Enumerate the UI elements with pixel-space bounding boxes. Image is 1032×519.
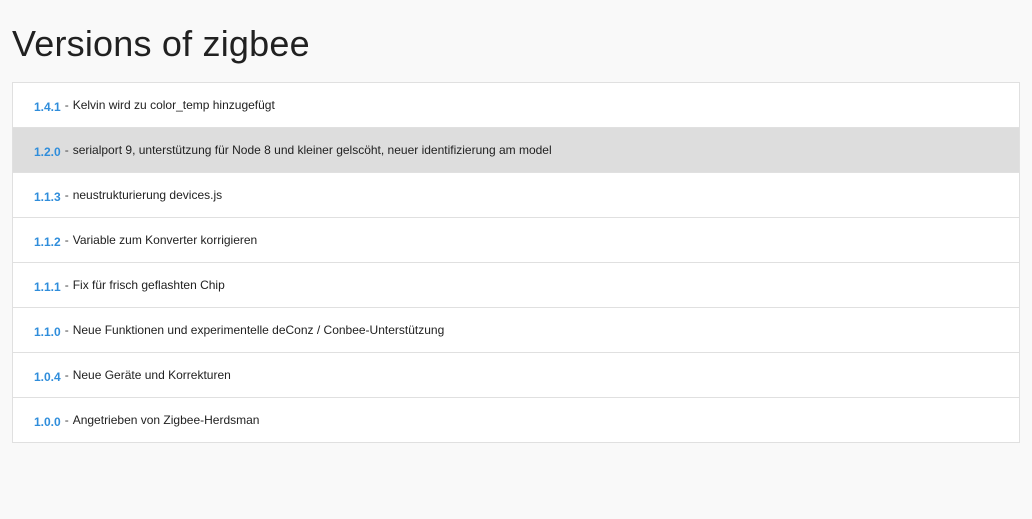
version-item-1-4-1[interactable]: 1.4.1 - Kelvin wird zu color_temp hinzug… bbox=[13, 83, 1019, 128]
version-description: Angetrieben von Zigbee-Herdsman bbox=[72, 413, 260, 427]
version-number: 1.4.1 bbox=[34, 99, 61, 114]
version-number: 1.2.0 bbox=[34, 144, 61, 159]
version-item-1-1-3[interactable]: 1.1.3 - neustrukturierung devices.js bbox=[13, 173, 1019, 218]
version-description: Neue Funktionen und experimentelle deCon… bbox=[72, 323, 445, 337]
separator: - bbox=[64, 413, 69, 427]
separator: - bbox=[64, 143, 69, 157]
version-description: Variable zum Konverter korrigieren bbox=[72, 233, 258, 247]
version-description: neustrukturierung devices.js bbox=[72, 188, 223, 202]
version-description: Neue Geräte und Korrekturen bbox=[72, 368, 231, 382]
version-number: 1.1.2 bbox=[34, 234, 61, 249]
version-number: 1.0.4 bbox=[34, 369, 61, 384]
version-item-1-0-4[interactable]: 1.0.4 - Neue Geräte und Korrekturen bbox=[13, 353, 1019, 398]
separator: - bbox=[64, 323, 69, 337]
version-item-1-1-1[interactable]: 1.1.1 - Fix für frisch geflashten Chip bbox=[13, 263, 1019, 308]
separator: - bbox=[64, 98, 69, 112]
version-number: 1.1.3 bbox=[34, 189, 61, 204]
version-item-1-0-0[interactable]: 1.0.0 - Angetrieben von Zigbee-Herdsman bbox=[13, 398, 1019, 442]
separator: - bbox=[64, 188, 69, 202]
version-item-1-1-0[interactable]: 1.1.0 - Neue Funktionen und experimentel… bbox=[13, 308, 1019, 353]
version-item-1-1-2[interactable]: 1.1.2 - Variable zum Konverter korrigier… bbox=[13, 218, 1019, 263]
separator: - bbox=[64, 368, 69, 382]
version-number: 1.1.1 bbox=[34, 279, 61, 294]
version-list: 1.4.1 - Kelvin wird zu color_temp hinzug… bbox=[12, 82, 1020, 443]
version-description: Fix für frisch geflashten Chip bbox=[72, 278, 225, 292]
page-title: Versions of zigbee bbox=[12, 23, 310, 64]
version-item-1-2-0[interactable]: 1.2.0 - serialport 9, unterstützung für … bbox=[13, 128, 1019, 173]
separator: - bbox=[64, 233, 69, 247]
version-number: 1.1.0 bbox=[34, 324, 61, 339]
separator: - bbox=[64, 278, 69, 292]
version-description: Kelvin wird zu color_temp hinzugefügt bbox=[72, 98, 275, 112]
version-number: 1.0.0 bbox=[34, 414, 61, 429]
version-description: serialport 9, unterstützung für Node 8 u… bbox=[72, 143, 552, 157]
